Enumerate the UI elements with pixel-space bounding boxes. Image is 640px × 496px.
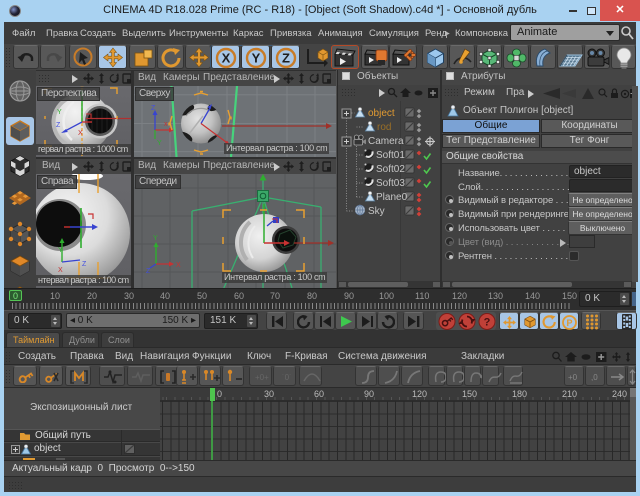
svg-text:?: ? (484, 317, 491, 329)
svg-text:Y: Y (58, 247, 63, 254)
svg-text:Z: Z (82, 261, 87, 268)
svg-text:Z: Z (282, 51, 290, 66)
svg-text:Y: Y (153, 235, 158, 242)
svg-text:+0+: +0+ (255, 373, 269, 382)
svg-text:X: X (222, 51, 231, 66)
svg-text:+0: +0 (568, 373, 578, 382)
svg-text:Y: Y (157, 140, 162, 147)
svg-text:Z: Z (146, 268, 151, 275)
svg-text:Z: Z (151, 105, 156, 112)
svg-text:Y: Y (252, 51, 261, 66)
svg-text:x: x (164, 121, 168, 128)
svg-text:,0: ,0 (591, 373, 598, 382)
svg-text:X: X (176, 262, 181, 269)
svg-text:˙0˙: ˙0˙ (282, 373, 292, 382)
svg-text:X: X (78, 130, 83, 137)
svg-text:Y: Y (57, 109, 62, 116)
svg-text:X: X (58, 267, 63, 274)
svg-text:Z: Z (56, 122, 61, 129)
svg-text:P: P (566, 318, 572, 328)
